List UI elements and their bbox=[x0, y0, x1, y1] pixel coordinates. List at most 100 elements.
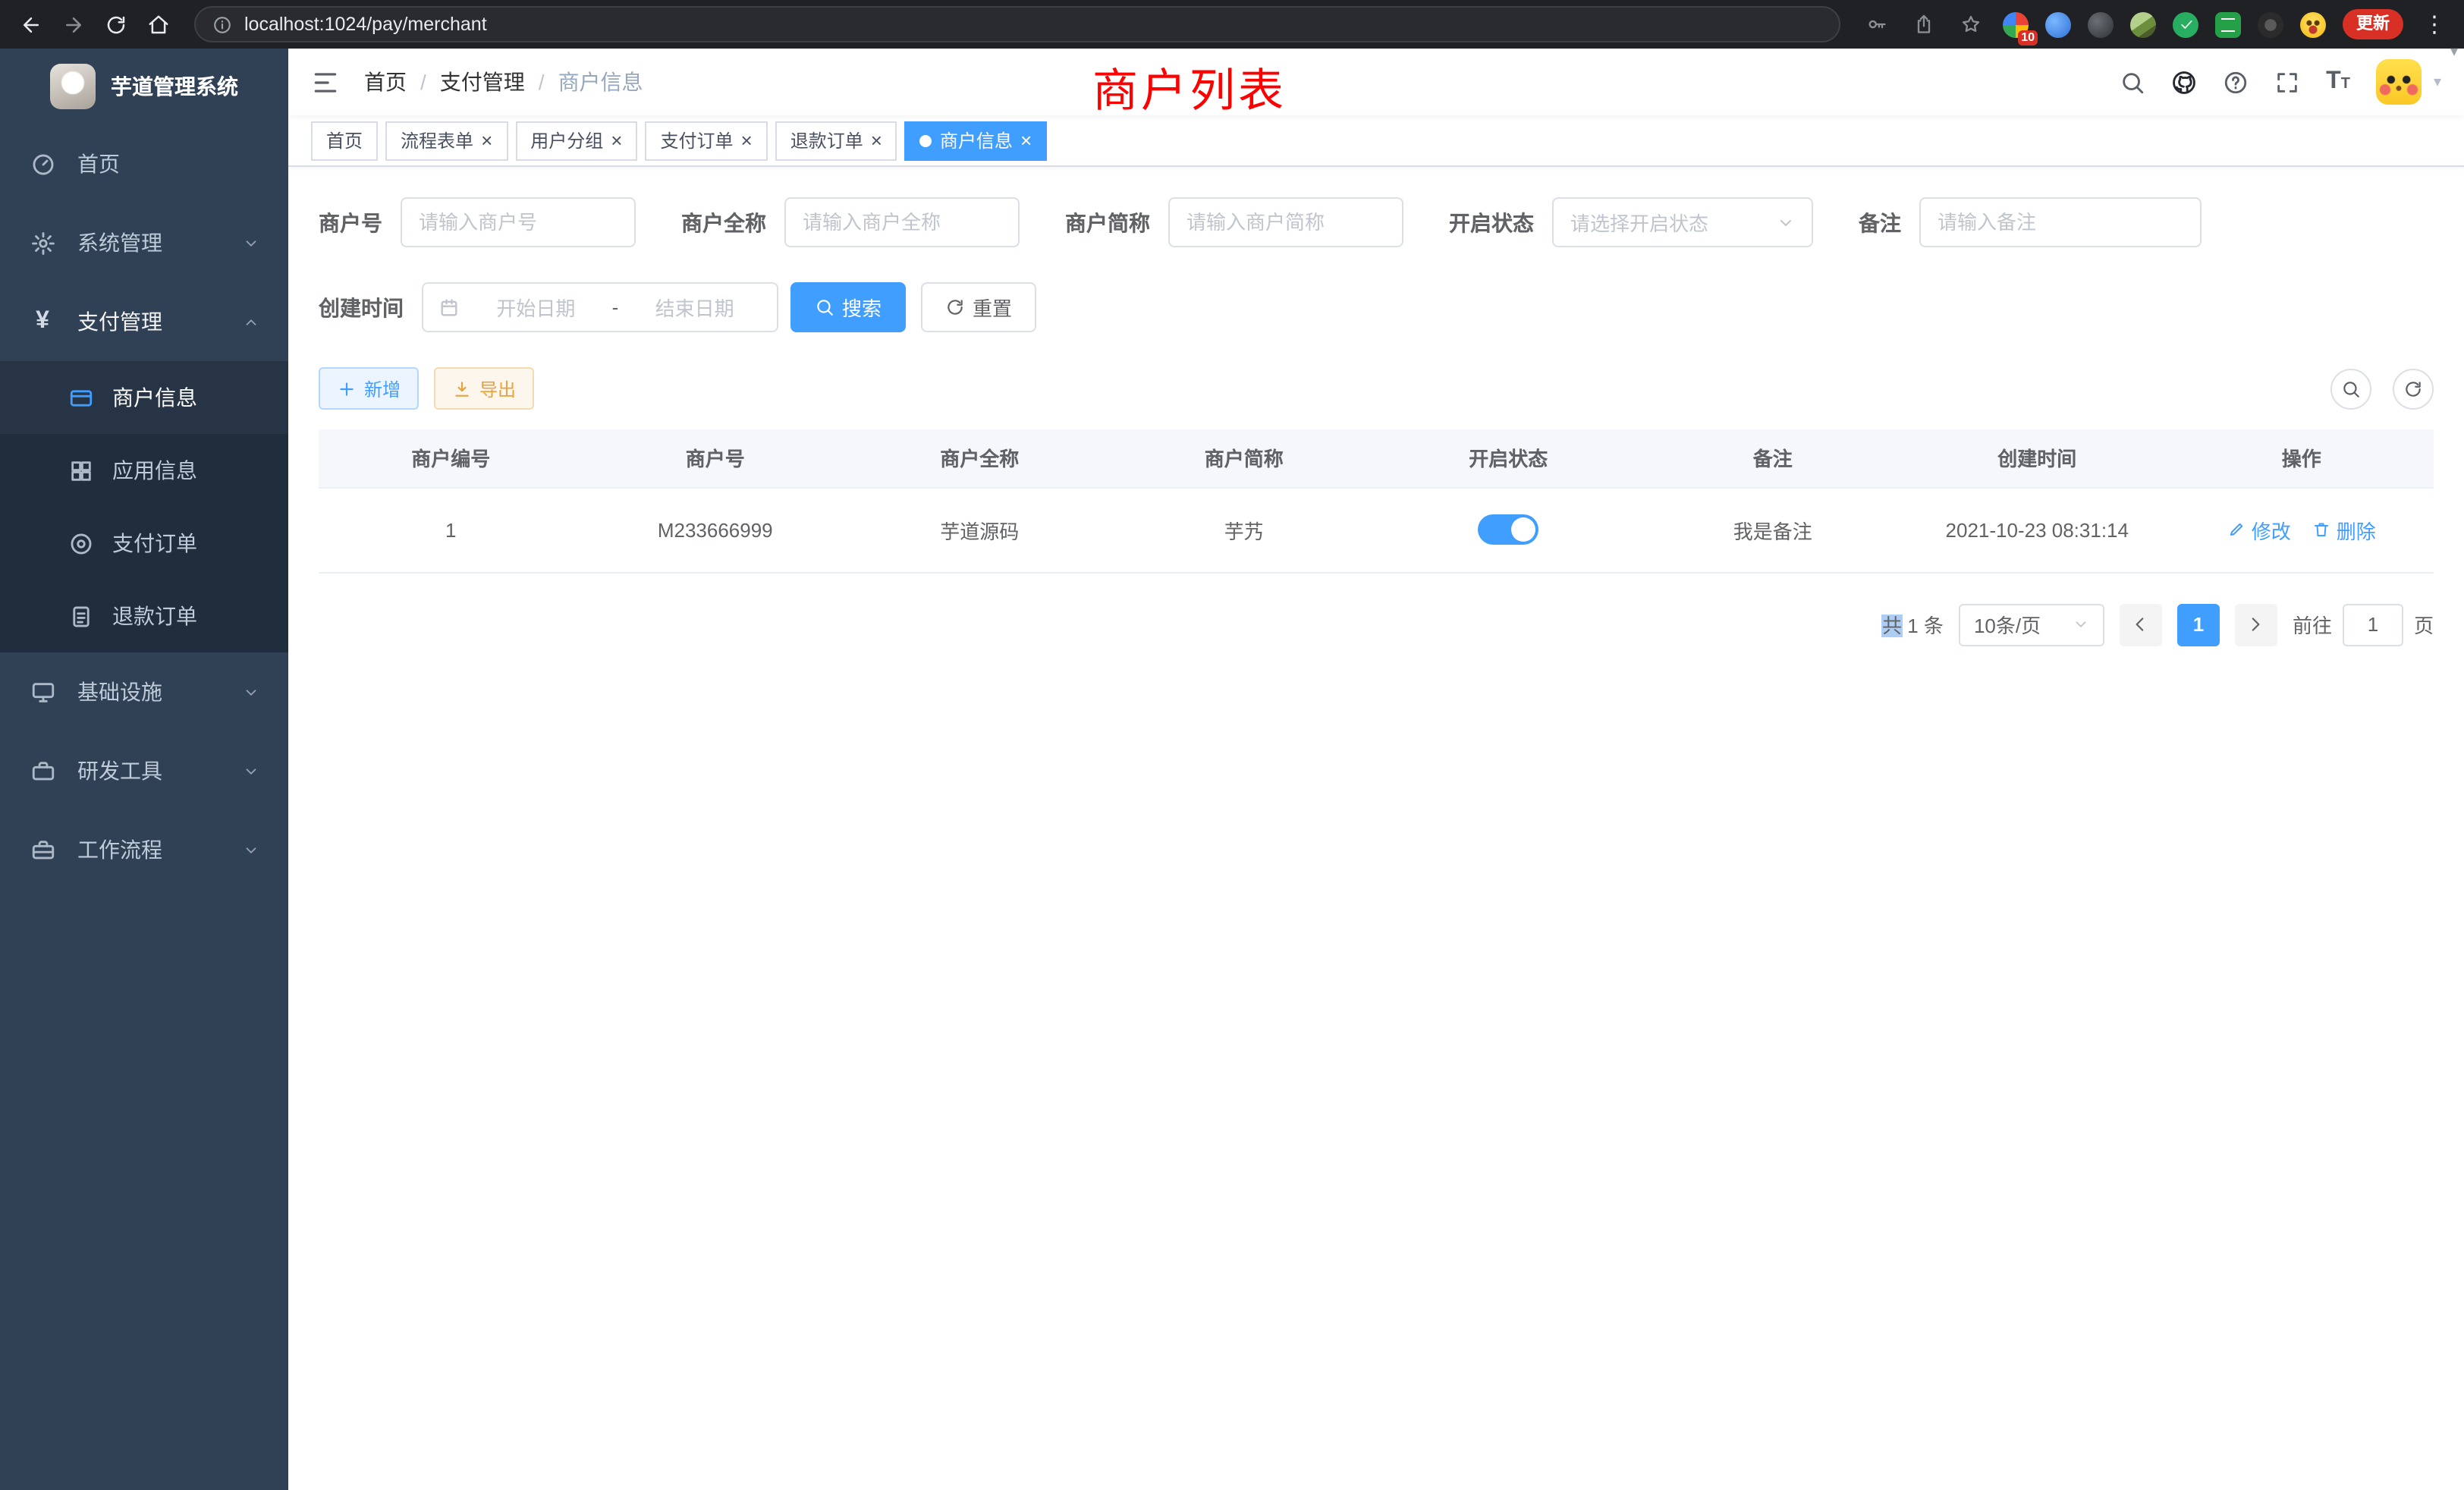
next-page-button[interactable] bbox=[2235, 603, 2277, 646]
menu-label: 支付管理 bbox=[77, 306, 162, 337]
breadcrumb-merchant-info: 商户信息 bbox=[558, 67, 643, 97]
tab-merchant-info[interactable]: 商户信息 × bbox=[905, 121, 1047, 160]
close-icon[interactable]: × bbox=[481, 130, 492, 150]
target-icon bbox=[67, 530, 94, 556]
github-icon[interactable] bbox=[2171, 69, 2197, 95]
export-button[interactable]: 导出 bbox=[434, 367, 534, 410]
menu-label: 研发工具 bbox=[77, 756, 162, 786]
close-icon[interactable]: × bbox=[1020, 130, 1032, 150]
browser-menu-icon[interactable]: ⋮ bbox=[2420, 11, 2449, 38]
toolbar-caret-icon[interactable]: ▾ bbox=[2450, 44, 2458, 61]
tab-user-group[interactable]: 用户分组 × bbox=[515, 121, 637, 160]
merchant-no-input[interactable] bbox=[401, 197, 636, 247]
chevron-down-icon bbox=[243, 234, 259, 251]
status-label: 开启状态 bbox=[1449, 207, 1534, 237]
password-key-icon[interactable] bbox=[1862, 9, 1892, 39]
cell-short-name: 芋艿 bbox=[1112, 487, 1377, 572]
tab-pay-order[interactable]: 支付订单 × bbox=[645, 121, 767, 160]
short-name-label: 商户简称 bbox=[1065, 207, 1150, 237]
sidebar-item-refund-order[interactable]: 退款订单 bbox=[0, 580, 288, 652]
browser-home-icon[interactable] bbox=[140, 6, 176, 42]
extension-icon-check[interactable] bbox=[2173, 11, 2198, 37]
table-toolbar: 新增 导出 bbox=[319, 367, 2434, 410]
menu-label: 应用信息 bbox=[112, 455, 197, 486]
extension-icon-knot[interactable] bbox=[2258, 11, 2283, 37]
pagination-total: 共 1 条 bbox=[1882, 610, 1944, 639]
url-bar[interactable]: localhost:1024/pay/merchant bbox=[194, 6, 1840, 42]
remark-input[interactable] bbox=[1919, 197, 2202, 247]
full-name-input[interactable] bbox=[784, 197, 1020, 247]
extension-icon-emoji[interactable] bbox=[2300, 11, 2326, 37]
breadcrumb-payment[interactable]: 支付管理 bbox=[440, 67, 525, 97]
extension-icon-colorful[interactable]: 10 bbox=[2003, 11, 2029, 37]
share-icon[interactable] bbox=[1909, 9, 1939, 39]
browser-update-button[interactable]: 更新 bbox=[2343, 9, 2403, 39]
short-name-input[interactable] bbox=[1168, 197, 1403, 247]
close-icon[interactable]: × bbox=[611, 130, 622, 150]
edit-link[interactable]: 修改 bbox=[2227, 515, 2291, 544]
full-name-input-field[interactable] bbox=[803, 211, 1001, 234]
browser-forward-icon[interactable] bbox=[55, 6, 91, 42]
grid-icon bbox=[67, 457, 94, 483]
browser-reload-icon[interactable] bbox=[97, 6, 134, 42]
app-logo[interactable]: 芋道管理系统 bbox=[0, 49, 288, 124]
sidebar-item-app-info[interactable]: 应用信息 bbox=[0, 434, 288, 507]
add-button[interactable]: 新增 bbox=[319, 367, 419, 410]
extension-icon-notes[interactable] bbox=[2215, 11, 2241, 37]
bookmark-star-icon[interactable] bbox=[1956, 9, 1986, 39]
reset-button[interactable]: 重置 bbox=[921, 282, 1036, 332]
help-icon[interactable] bbox=[2223, 69, 2249, 95]
site-info-icon[interactable] bbox=[212, 14, 232, 34]
fullscreen-icon[interactable] bbox=[2274, 69, 2300, 95]
sidebar-item-home[interactable]: 首页 bbox=[0, 124, 288, 203]
sidebar-item-workflow[interactable]: 工作流程 bbox=[0, 810, 288, 889]
column-header-merchant-index: 商户编号 bbox=[319, 429, 583, 487]
user-avatar[interactable] bbox=[2376, 59, 2422, 105]
column-header-status: 开启状态 bbox=[1376, 429, 1641, 487]
browser-toolbar: localhost:1024/pay/merchant 10 更新 ⋮ ▾ bbox=[0, 0, 2464, 49]
merchant-no-input-field[interactable] bbox=[419, 211, 618, 234]
breadcrumb-home[interactable]: 首页 bbox=[364, 67, 407, 97]
status-select[interactable]: 请选择开启状态 bbox=[1552, 197, 1813, 247]
tab-refund-order[interactable]: 退款订单 × bbox=[775, 121, 897, 160]
sidebar-item-merchant-info[interactable]: 商户信息 bbox=[0, 361, 288, 434]
prev-page-button[interactable] bbox=[2120, 603, 2162, 646]
search-icon[interactable] bbox=[2120, 69, 2145, 95]
short-name-input-field[interactable] bbox=[1186, 211, 1385, 234]
tab-process-form[interactable]: 流程表单 × bbox=[385, 121, 508, 160]
sidebar-toggle-icon[interactable] bbox=[311, 68, 340, 96]
sidebar-menu: 首页 系统管理 ¥ 支付管理 商户信息 bbox=[0, 124, 288, 889]
dashboard-icon bbox=[29, 151, 56, 177]
avatar-caret-icon[interactable]: ▾ bbox=[2434, 74, 2441, 90]
font-size-icon[interactable]: TT bbox=[2326, 70, 2350, 94]
extension-icon-avatar[interactable] bbox=[2130, 11, 2156, 37]
page-size-select[interactable]: 10条/页 bbox=[1959, 603, 2104, 646]
extension-icon-blue[interactable] bbox=[2045, 11, 2071, 37]
extension-icon-dark[interactable] bbox=[2088, 11, 2114, 37]
gear-icon bbox=[29, 230, 56, 256]
search-icon bbox=[815, 297, 834, 317]
close-icon[interactable]: × bbox=[741, 130, 753, 150]
create-time-range-picker[interactable]: 开始日期 - 结束日期 bbox=[422, 282, 778, 332]
search-button[interactable]: 搜索 bbox=[790, 282, 906, 332]
toolbar-right bbox=[2330, 368, 2434, 409]
goto-page-input[interactable] bbox=[2343, 603, 2403, 646]
status-toggle[interactable] bbox=[1478, 514, 1538, 545]
refresh-table-button[interactable] bbox=[2393, 368, 2434, 409]
sidebar-item-system[interactable]: 系统管理 bbox=[0, 203, 288, 282]
remark-input-field[interactable] bbox=[1938, 211, 2183, 234]
sidebar-item-infrastructure[interactable]: 基础设施 bbox=[0, 652, 288, 731]
sidebar-item-payment[interactable]: ¥ 支付管理 bbox=[0, 282, 288, 361]
toggle-search-button[interactable] bbox=[2330, 368, 2371, 409]
refresh-icon bbox=[2403, 379, 2423, 398]
sidebar-item-pay-order[interactable]: 支付订单 bbox=[0, 507, 288, 580]
browser-right-controls: 10 更新 ⋮ bbox=[1862, 9, 2452, 39]
delete-link[interactable]: 删除 bbox=[2312, 515, 2376, 544]
create-time-label: 创建时间 bbox=[319, 292, 404, 322]
browser-back-icon[interactable] bbox=[12, 6, 49, 42]
tab-home[interactable]: 首页 bbox=[311, 121, 378, 160]
search-form-row-1: 商户号 商户全称 商户简称 bbox=[319, 197, 2434, 247]
page-1-button[interactable]: 1 bbox=[2177, 603, 2220, 646]
sidebar-item-devtools[interactable]: 研发工具 bbox=[0, 731, 288, 810]
close-icon[interactable]: × bbox=[871, 130, 882, 150]
